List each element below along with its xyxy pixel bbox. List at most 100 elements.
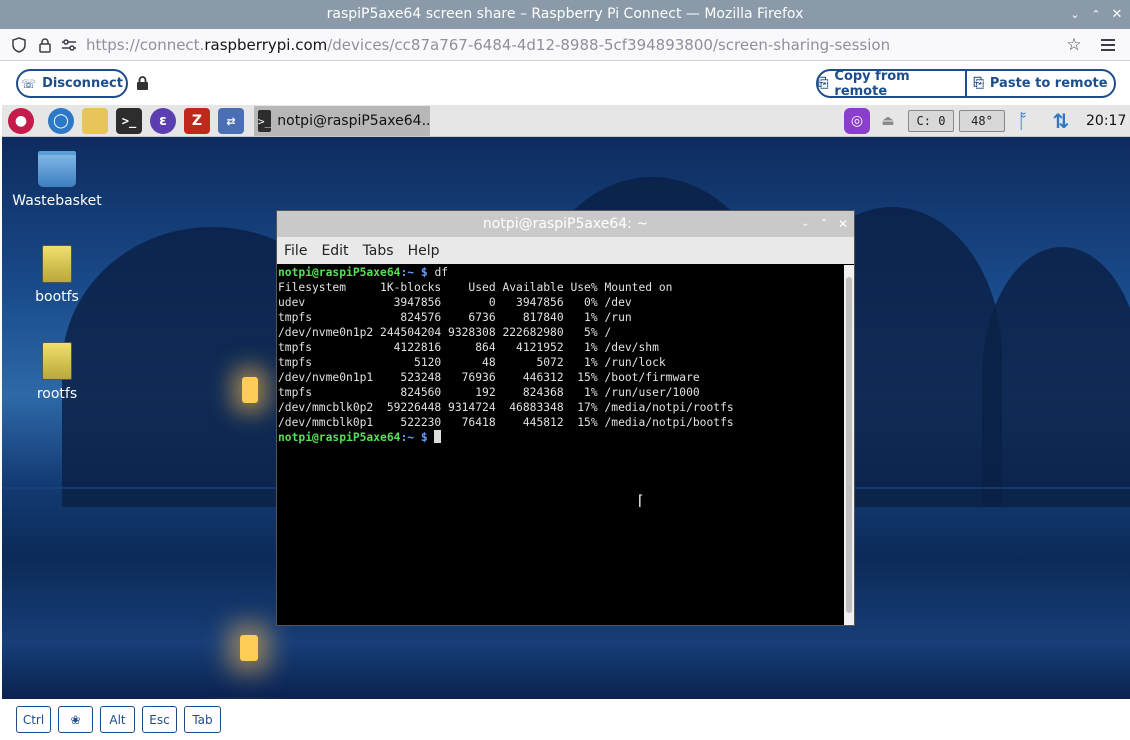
temp-label: 48° <box>971 114 993 128</box>
df-row: /dev/nvme0n1p1 523248 76936 446312 15% /… <box>278 371 700 384</box>
bookmark-star-icon[interactable]: ☆ <box>1064 35 1084 55</box>
wastebasket-icon <box>38 151 76 187</box>
paste-label: Paste to remote <box>989 76 1108 91</box>
eject-icon[interactable]: ⏏ <box>880 113 896 129</box>
clipboard-icon: ⎘ <box>973 76 984 91</box>
emacs-icon[interactable]: ε <box>150 108 176 134</box>
bluetooth-icon[interactable]: ᚩ <box>1014 109 1032 133</box>
terminal-titlebar[interactable]: notpi@raspiP5axe64: ~ ⌄ ⌃ ✕ <box>277 211 854 237</box>
wallpaper-mountain <box>982 247 1130 507</box>
df-row: /dev/mmcblk0p1 522230 76418 445812 15% /… <box>278 416 734 429</box>
pi-connect-icon[interactable]: ◎ <box>844 108 870 134</box>
command-text: df <box>427 266 449 279</box>
desktop-icon-label: bootfs <box>35 289 79 305</box>
terminal-icon: >_ <box>258 110 272 132</box>
desktop-icon-wastebasket[interactable]: Wastebasket <box>2 151 112 209</box>
terminal-launcher-icon[interactable]: >_ <box>116 108 142 134</box>
maximize-icon[interactable]: ⌃ <box>820 211 828 237</box>
lantern-reflection <box>240 635 258 661</box>
window-titlebar: raspiP5axe64 screen share – Raspberry Pi… <box>0 0 1130 29</box>
lantern <box>242 377 258 403</box>
prompt-line: notpi@raspiP5axe64:~ $ df <box>278 266 448 279</box>
df-row: tmpfs 4122816 864 4121952 1% /dev/shm <box>278 341 659 354</box>
terminal-output[interactable]: notpi@raspiP5axe64:~ $ df Filesystem 1K-… <box>278 265 734 445</box>
taskbar-task-label: notpi@raspiP5axe64.. <box>277 113 431 129</box>
web-browser-icon[interactable]: ◯ <box>48 108 74 134</box>
desktop-icon-label: Wastebasket <box>12 193 102 209</box>
cpu-label: C: 0 <box>916 114 946 128</box>
raspberry-key-button[interactable]: ❀ <box>58 706 93 733</box>
url-text[interactable]: https://connect.raspberrypi.com/devices/… <box>86 29 890 61</box>
menu-edit[interactable]: Edit <box>321 243 348 259</box>
url-prefix: https://connect. <box>86 36 205 54</box>
url-path: /devices/cc87a767-6484-4d12-8988-5cf3948… <box>327 36 891 54</box>
menu-tabs[interactable]: Tabs <box>363 243 394 259</box>
phone-hangup-icon: ☏ <box>21 76 37 91</box>
lock-icon[interactable] <box>36 36 54 54</box>
terminal-window[interactable]: notpi@raspiP5axe64: ~ ⌄ ⌃ ✕ File Edit Ta… <box>276 210 855 626</box>
url-domain: raspberrypi.com <box>204 36 328 54</box>
drive-icon <box>42 342 72 380</box>
esc-key-button[interactable]: Esc <box>142 706 177 733</box>
paste-to-remote-button[interactable]: ⎘ Paste to remote <box>965 71 1114 96</box>
terminal-title: notpi@raspiP5axe64: ~ <box>482 216 649 232</box>
minimize-icon[interactable]: ⌄ <box>1067 0 1083 29</box>
prompt-path: :~ $ <box>400 431 428 444</box>
permissions-icon[interactable] <box>60 36 78 54</box>
clock[interactable]: 20:17 <box>1086 105 1126 137</box>
raspberry-key-icon: ❀ <box>70 712 81 727</box>
disconnect-label: Disconnect <box>42 76 123 91</box>
network-arrows-icon[interactable]: ⇅ <box>1048 109 1074 133</box>
scrollbar-thumb[interactable] <box>846 277 852 613</box>
desktop-icon-bootfs[interactable]: bootfs <box>2 245 112 305</box>
df-header: Filesystem 1K-blocks Used Available Use%… <box>278 281 673 294</box>
disconnect-button[interactable]: ☏ Disconnect <box>16 69 128 98</box>
maximize-icon[interactable]: ⌃ <box>1088 0 1104 29</box>
prompt-user: notpi@raspiP5axe64 <box>278 266 401 279</box>
pi-taskbar: ● ◯ >_ ε Z ⇄ >_ notpi@raspiP5axe64.. ◎ ⏏… <box>2 105 1130 137</box>
raspberry-menu-icon[interactable]: ● <box>8 108 34 134</box>
network-tool-icon[interactable]: ⇄ <box>218 108 244 134</box>
window-title: raspiP5axe64 screen share – Raspberry Pi… <box>326 6 804 22</box>
menu-icon[interactable] <box>1098 35 1118 55</box>
mouse-cursor-icon: ⌈ <box>638 493 644 509</box>
text-cursor <box>434 430 442 443</box>
prompt-user: notpi@raspiP5axe64 <box>278 431 401 444</box>
clipboard-icon: ⎘ <box>818 76 829 91</box>
padlock-icon <box>135 75 149 91</box>
desktop-icon-label: rootfs <box>36 386 78 402</box>
close-icon[interactable]: ✕ <box>1109 0 1125 29</box>
shield-icon[interactable] <box>10 36 28 54</box>
key-label: Ctrl <box>22 712 45 727</box>
temperature-monitor: 48° <box>959 110 1005 132</box>
terminal-menubar: File Edit Tabs Help <box>277 237 854 264</box>
drive-icon <box>42 245 72 283</box>
file-manager-icon[interactable] <box>82 108 108 134</box>
minimize-icon[interactable]: ⌄ <box>801 211 809 237</box>
prompt-line: notpi@raspiP5axe64:~ $ <box>278 430 442 444</box>
df-row: tmpfs 824576 6736 817840 1% /run <box>278 311 632 324</box>
cpu-monitor: C: 0 <box>908 110 954 132</box>
prompt-path: :~ $ <box>400 266 428 279</box>
df-row: udev 3947856 0 3947856 0% /dev <box>278 296 632 309</box>
url-bar[interactable]: https://connect.raspberrypi.com/devices/… <box>0 29 1130 61</box>
ctrl-key-button[interactable]: Ctrl <box>16 706 51 733</box>
alt-key-button[interactable]: Alt <box>100 706 135 733</box>
key-label: Alt <box>109 712 126 727</box>
close-icon[interactable]: ✕ <box>838 211 848 237</box>
menu-file[interactable]: File <box>284 243 307 259</box>
filezilla-icon[interactable]: Z <box>184 108 210 134</box>
taskbar-terminal-task[interactable]: >_ notpi@raspiP5axe64.. <box>254 106 430 136</box>
desktop-icon-rootfs[interactable]: rootfs <box>2 342 112 402</box>
terminal-scrollbar[interactable] <box>844 265 854 625</box>
df-row: tmpfs 5120 48 5072 1% /run/lock <box>278 356 666 369</box>
menu-help[interactable]: Help <box>408 243 440 259</box>
key-label: Tab <box>192 712 213 727</box>
df-row: /dev/mmcblk0p2 59226448 9314724 46883348… <box>278 401 734 414</box>
copy-from-remote-button[interactable]: ⎘ Copy from remote <box>818 71 965 96</box>
copy-label: Copy from remote <box>834 69 910 98</box>
tab-key-button[interactable]: Tab <box>184 706 221 733</box>
df-row: /dev/nvme0n1p2 244504204 9328308 2226829… <box>278 326 612 339</box>
key-label: Esc <box>149 712 170 727</box>
clipboard-button-group: ⎘ Copy from remote ⎘ Paste to remote <box>816 69 1116 98</box>
